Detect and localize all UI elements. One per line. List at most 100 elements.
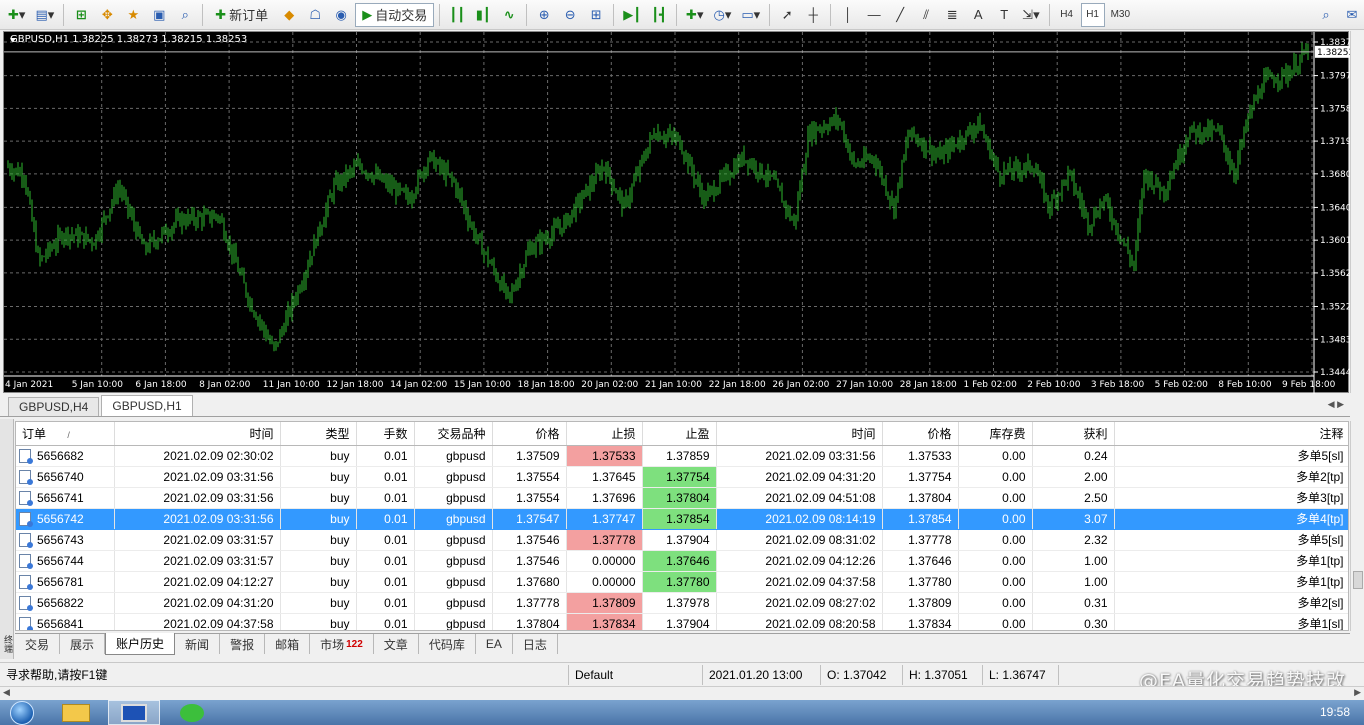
trendline-icon[interactable]: ╱ bbox=[888, 3, 912, 27]
table-row[interactable]: 5656743 2021.02.09 03:31:57 buy 0.01 gbpusd 1… bbox=[16, 529, 1348, 551]
col-comment[interactable]: 注释 bbox=[1114, 422, 1348, 446]
table-row[interactable]: 5656841 2021.02.09 04:37:58 buy 0.01 gbpusd 1… bbox=[16, 613, 1348, 630]
candlestick-icon[interactable]: ▮┃ bbox=[471, 3, 495, 27]
explorer-task[interactable] bbox=[50, 700, 102, 725]
profiles-icon[interactable]: ▤ ▾ bbox=[31, 3, 58, 27]
col-profit[interactable]: 获利 bbox=[1032, 422, 1115, 446]
auto-trading-button[interactable]: ▶ 自动交易 bbox=[355, 2, 435, 27]
chart-scrollbar[interactable] bbox=[1350, 31, 1364, 393]
price-label: 1.36800 bbox=[1320, 170, 1350, 180]
table-row[interactable]: 5656740 2021.02.09 03:31:56 buy 0.01 gbpusd 1… bbox=[16, 466, 1348, 488]
metatrader-task[interactable] bbox=[108, 700, 160, 725]
col-open-time[interactable]: 时间 bbox=[114, 422, 281, 446]
auto-scroll-icon[interactable]: ▶┃ bbox=[619, 3, 645, 27]
chart-shift-icon[interactable]: ┃┫ bbox=[647, 3, 671, 27]
tab-trade[interactable]: 交易 bbox=[15, 634, 61, 654]
chart-tab-gbpusd-h4[interactable]: GBPUSD,H4 bbox=[8, 397, 100, 416]
order-number: 5656781 bbox=[37, 574, 84, 589]
tab-scroll-arrows-icon[interactable]: ◀ ▶ bbox=[1328, 399, 1344, 410]
tab-articles[interactable]: 文章 bbox=[374, 634, 419, 654]
tab-code-base[interactable]: 代码库 bbox=[419, 634, 476, 654]
navigator-icon[interactable]: ★ bbox=[121, 3, 145, 27]
timeframe-h4-label: H4 bbox=[1060, 9, 1073, 20]
tab-mailbox[interactable]: 邮箱 bbox=[265, 634, 311, 654]
table-row[interactable]: 5656741 2021.02.09 03:31:56 buy 0.01 gbpusd 1… bbox=[16, 487, 1348, 509]
price-chart[interactable]: 1.383701.379701.375801.371901.368001.364… bbox=[3, 31, 1350, 394]
table-row[interactable]: 5656682 2021.02.09 02:30:02 buy 0.01 gbpusd 1… bbox=[16, 445, 1348, 467]
terminal-icon[interactable]: ▣ bbox=[147, 3, 171, 27]
metaeditor-icon[interactable]: ◆ bbox=[277, 3, 301, 27]
indicators-icon[interactable]: ✚ ▾ bbox=[682, 3, 707, 27]
signals-icon[interactable]: ◉ bbox=[329, 3, 353, 27]
equidistant-channel-icon[interactable]: ⫽ bbox=[914, 3, 938, 27]
col-swap[interactable]: 库存费 bbox=[958, 422, 1033, 446]
tab-exposure[interactable]: 展示 bbox=[60, 634, 106, 654]
table-cell: gbpusd bbox=[414, 466, 493, 488]
col-stop-loss[interactable]: 止损 bbox=[566, 422, 643, 446]
col-type[interactable]: 类型 bbox=[280, 422, 357, 446]
crosshair-icon[interactable]: ┼ bbox=[801, 3, 825, 27]
new-chart-icon[interactable]: ✚ ▾ bbox=[4, 3, 29, 27]
table-scrollbar[interactable] bbox=[1350, 421, 1364, 631]
new-order-button[interactable]: ✚ 新订单 bbox=[208, 3, 275, 27]
table-cell: 多单1[sl] bbox=[1114, 613, 1348, 630]
tab-account-history[interactable]: 账户历史 bbox=[105, 633, 176, 655]
timeframe-h4[interactable]: H4 bbox=[1055, 3, 1079, 27]
strategy-tester-icon[interactable]: ⌕ bbox=[173, 3, 197, 27]
horizontal-line-icon[interactable]: — bbox=[862, 3, 886, 27]
zoom-out-icon[interactable]: ⊖ bbox=[558, 3, 582, 27]
time-label: 4 Jan 2021 bbox=[5, 380, 53, 390]
col-close-time[interactable]: 时间 bbox=[716, 422, 883, 446]
table-scrollbar-thumb[interactable] bbox=[1353, 571, 1363, 589]
tab-news[interactable]: 新闻 bbox=[175, 634, 221, 654]
table-cell: 1.37854 bbox=[642, 508, 717, 530]
col-take-profit[interactable]: 止盈 bbox=[642, 422, 717, 446]
chart-canvas: 1.383701.379701.375801.371901.368001.364… bbox=[4, 32, 1350, 394]
table-cell: 0.00 bbox=[958, 508, 1033, 530]
table-cell: 1.37778 bbox=[882, 529, 959, 551]
horizontal-scrollbar[interactable]: ◀ ▶ bbox=[0, 686, 1364, 700]
arrows-icon[interactable]: ⇲▾ bbox=[1018, 3, 1043, 27]
text-icon[interactable]: A bbox=[966, 3, 990, 27]
scroll-right-icon[interactable]: ▶ bbox=[1354, 687, 1361, 698]
community-icon[interactable]: ☖ bbox=[303, 3, 327, 27]
line-chart-icon[interactable]: ∿ bbox=[497, 3, 521, 27]
tab-alerts[interactable]: 警报 bbox=[220, 634, 266, 654]
table-row[interactable]: 5656822 2021.02.09 04:31:20 buy 0.01 gbpusd 1… bbox=[16, 592, 1348, 614]
text-label-icon[interactable]: T bbox=[992, 3, 1016, 27]
tab-experts[interactable]: EA bbox=[476, 634, 513, 654]
table-cell: 1.37804 bbox=[642, 487, 717, 509]
cursor-icon[interactable]: ➚ bbox=[775, 3, 799, 27]
data-window-icon[interactable]: ✥ bbox=[95, 3, 119, 27]
col-close-price[interactable]: 价格 bbox=[882, 422, 959, 446]
wechat-task[interactable] bbox=[166, 700, 218, 725]
bar-chart-icon[interactable]: ┃┃ bbox=[445, 3, 469, 27]
tab-market[interactable]: 市场 122 bbox=[310, 634, 374, 654]
terminal-side-strip[interactable]: 终端 bbox=[0, 419, 14, 659]
timeframe-m30[interactable]: M30 bbox=[1107, 3, 1134, 27]
col-open-price[interactable]: 价格 bbox=[492, 422, 567, 446]
table-row[interactable]: 5656781 2021.02.09 04:12:27 buy 0.01 gbpusd 1… bbox=[16, 571, 1348, 593]
search-icon[interactable]: ⌕ bbox=[1314, 3, 1338, 27]
periods-icon[interactable]: ◷ ▾ bbox=[709, 3, 735, 27]
scroll-left-icon[interactable]: ◀ bbox=[3, 687, 10, 698]
col-lots[interactable]: 手数 bbox=[356, 422, 415, 446]
templates-icon[interactable]: ▭ ▾ bbox=[737, 3, 764, 27]
col-symbol[interactable]: 交易品种 bbox=[414, 422, 493, 446]
market-watch-icon[interactable]: ⊞ bbox=[69, 3, 93, 27]
zoom-in-icon[interactable]: ⊕ bbox=[532, 3, 556, 27]
table-cell: 1.37696 bbox=[566, 487, 643, 509]
chart-tab-gbpusd-h1[interactable]: GBPUSD,H1 bbox=[101, 395, 193, 416]
start-button[interactable] bbox=[0, 700, 44, 725]
table-row[interactable]: 5656742 2021.02.09 03:31:56 buy 0.01 gbpusd 1… bbox=[16, 508, 1348, 530]
tile-windows-icon[interactable]: ⊞ bbox=[584, 3, 608, 27]
vertical-line-icon[interactable]: │ bbox=[836, 3, 860, 27]
col-order[interactable]: 订单 / bbox=[16, 422, 115, 446]
terminal-side-label: 终端 bbox=[3, 635, 13, 653]
fibonacci-icon[interactable]: ≣ bbox=[940, 3, 964, 27]
table-row[interactable]: 5656744 2021.02.09 03:31:57 buy 0.01 gbpusd 1… bbox=[16, 550, 1348, 572]
timeframe-m30-label: M30 bbox=[1110, 9, 1131, 20]
timeframe-h1[interactable]: H1 bbox=[1080, 2, 1105, 27]
chat-icon[interactable]: ✉ bbox=[1340, 3, 1364, 27]
tab-journal[interactable]: 日志 bbox=[513, 634, 558, 654]
